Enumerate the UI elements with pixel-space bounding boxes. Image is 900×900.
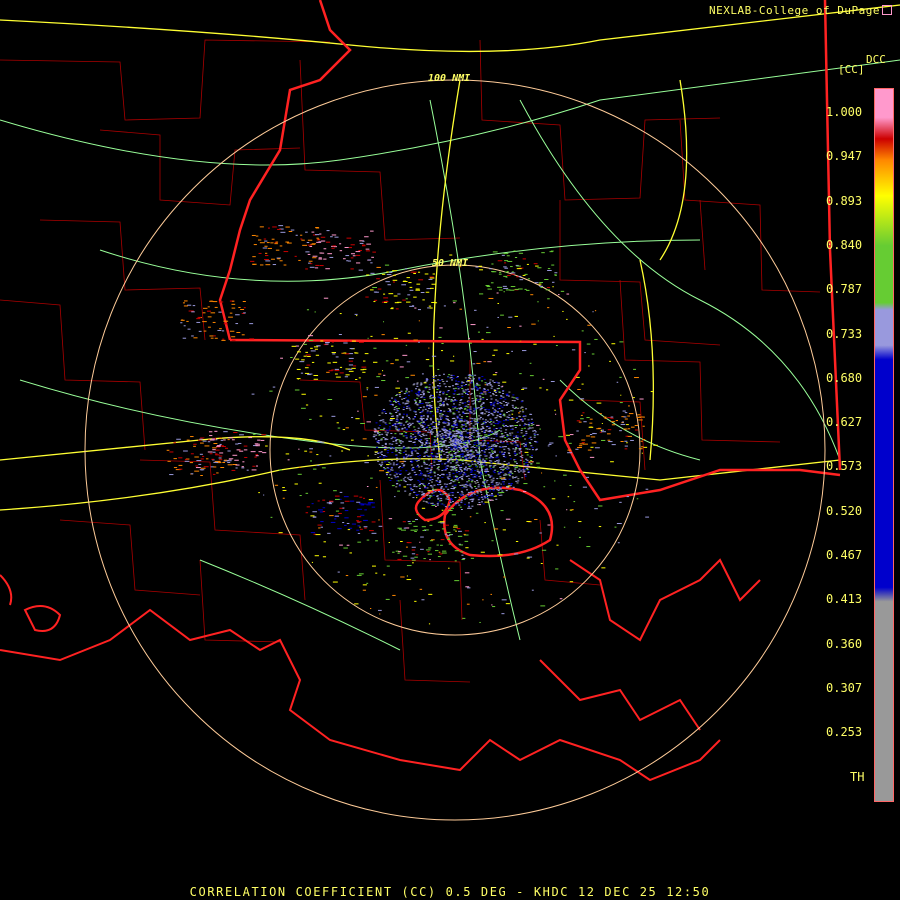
legend-tick: 0.520: [826, 503, 863, 518]
legend-tick: 0.307: [826, 680, 863, 695]
legend-tick: 0.787: [826, 282, 863, 297]
product-title: CORRELATION COEFFICIENT (CC) 0.5 DEG - K…: [189, 885, 711, 899]
legend-tick: 0.253: [826, 725, 863, 740]
legend-tick: 0.733: [826, 326, 863, 341]
credit-text: NEXLAB-College of DuPage: [709, 4, 892, 17]
legend-tick: 0.627: [826, 415, 863, 430]
credit-box-icon: [882, 5, 892, 15]
legend-tick: 0.360: [826, 636, 863, 651]
legend-product: DCC: [866, 53, 886, 66]
legend-unit: [CC]: [838, 63, 865, 76]
legend-tick: 0.573: [826, 459, 863, 474]
legend-colorbar: [874, 88, 894, 802]
legend-tick: 0.947: [826, 149, 863, 164]
radar-map: [0, 0, 900, 821]
legend-tick: 0.893: [826, 193, 863, 208]
legend-tick: 0.467: [826, 548, 863, 562]
range-label-50: 50 NMI: [432, 258, 469, 269]
state-boundaries: [218, 0, 842, 558]
legend-tick: TH: [850, 769, 865, 784]
legend-tick: 1.000: [826, 105, 863, 119]
legend-tick: 0.840: [826, 237, 863, 252]
legend-tick: 0.413: [826, 592, 863, 607]
legend-tick: 0.680: [826, 370, 863, 385]
radar-returns: [166, 225, 658, 625]
range-label-100: 100 NMI: [428, 73, 471, 84]
county-boundaries: [0, 39, 821, 683]
